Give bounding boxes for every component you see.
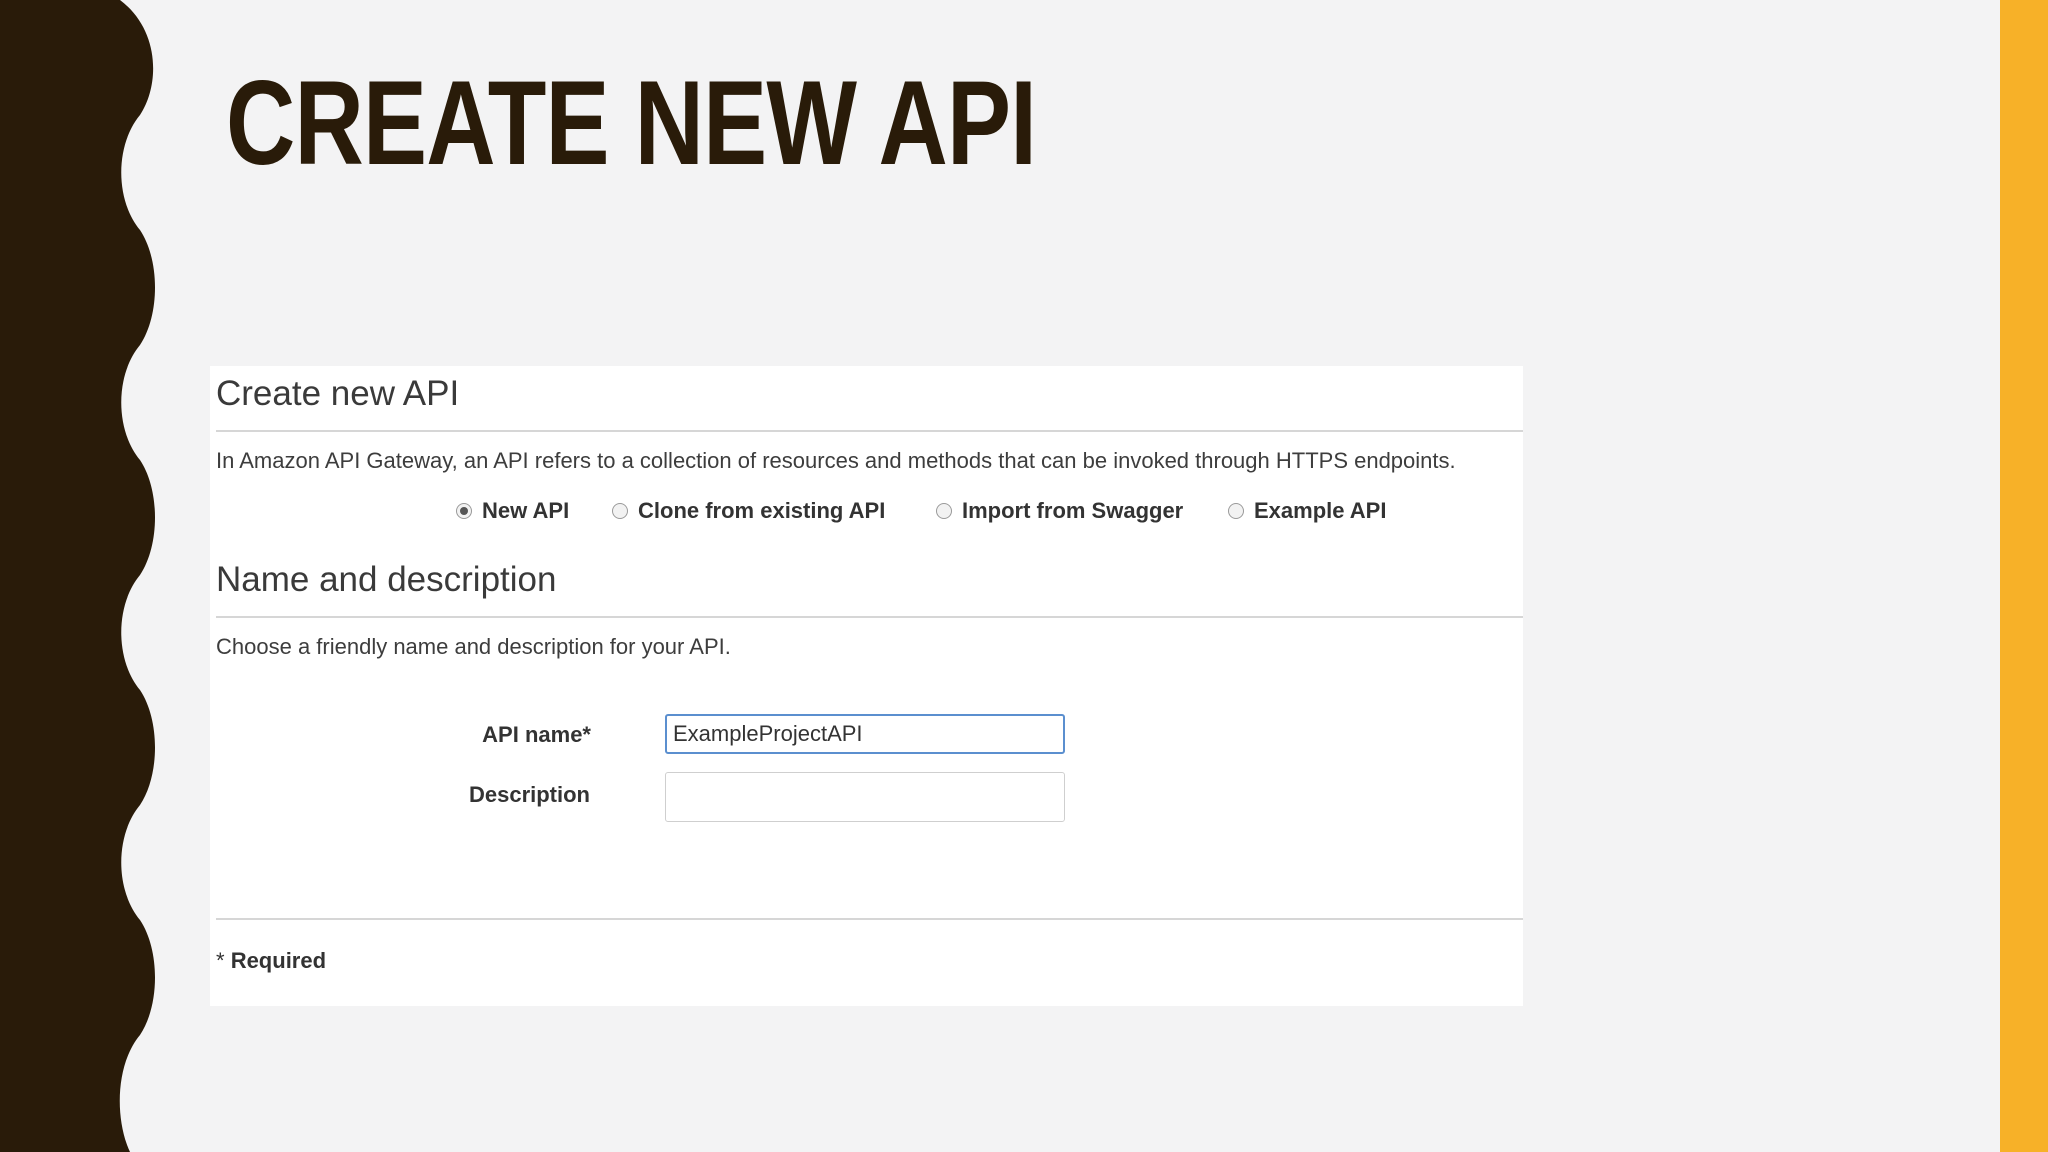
slide-title: CREATE NEW API (226, 56, 1037, 190)
required-asterisk: * (216, 948, 225, 973)
description-input[interactable] (665, 772, 1065, 822)
radio-button[interactable] (936, 503, 952, 519)
section-help-text: Choose a friendly name and description f… (216, 634, 731, 659)
radio-label: Import from Swagger (962, 498, 1184, 523)
radio-clone-existing-api[interactable]: Clone from existing API (612, 498, 885, 524)
intro-text: In Amazon API Gateway, an API refers to … (216, 448, 1456, 473)
radio-import-swagger[interactable]: Import from Swagger (936, 498, 1183, 524)
radio-example-api[interactable]: Example API (1228, 498, 1386, 524)
api-name-label: API name* (482, 722, 591, 747)
radio-button-checked[interactable] (456, 503, 472, 519)
api-type-radio-group: New API Clone from existing API Import f… (210, 498, 1523, 528)
accent-side-bar (2000, 0, 2048, 1152)
required-label: Required (230, 948, 327, 973)
panel-heading: Create new API (216, 374, 460, 413)
api-name-input[interactable] (665, 714, 1065, 754)
radio-label: Clone from existing API (638, 498, 886, 523)
description-label: Description (468, 782, 590, 807)
radio-button[interactable] (1228, 503, 1244, 519)
divider (216, 616, 1523, 618)
create-api-panel: Create new API In Amazon API Gateway, an… (210, 366, 1523, 1006)
required-note: * Required (216, 948, 326, 974)
radio-label: Example API (1254, 498, 1387, 523)
divider (216, 430, 1523, 432)
divider (216, 918, 1523, 920)
decorative-wave-border (0, 0, 155, 1152)
radio-button[interactable] (612, 503, 628, 519)
radio-new-api[interactable]: New API (456, 498, 569, 524)
radio-label: New API (482, 498, 570, 523)
section-heading: Name and description (216, 560, 557, 599)
